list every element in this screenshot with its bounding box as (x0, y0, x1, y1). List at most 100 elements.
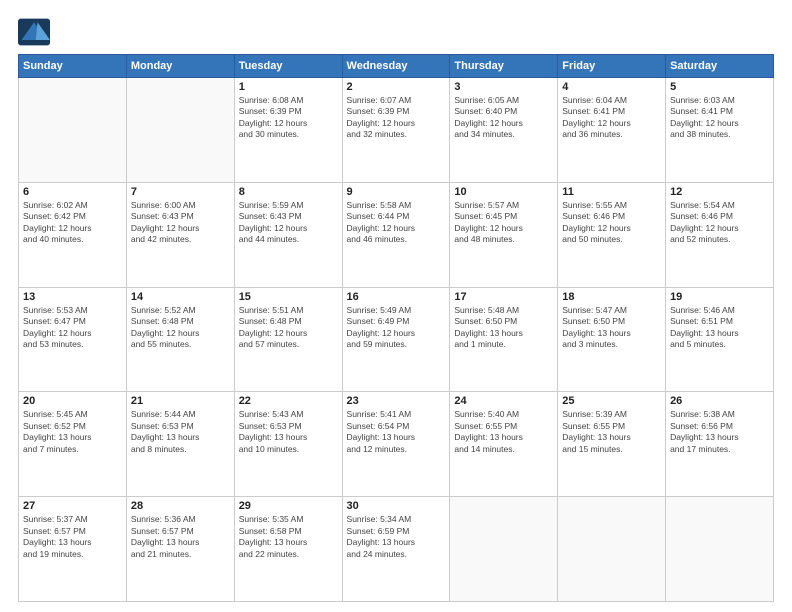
calendar-cell (666, 497, 774, 602)
calendar-cell: 16 Sunrise: 5:49 AM Sunset: 6:49 PM Dayli… (342, 287, 450, 392)
day-number: 2 (347, 81, 446, 93)
logo (18, 18, 54, 46)
day-info: Sunrise: 5:39 AM Sunset: 6:55 PM Dayligh… (562, 409, 661, 455)
calendar-cell: 18 Sunrise: 5:47 AM Sunset: 6:50 PM Dayli… (558, 287, 666, 392)
calendar-cell: 6 Sunrise: 6:02 AM Sunset: 6:42 PM Daylig… (19, 182, 127, 287)
page: SundayMondayTuesdayWednesdayThursdayFrid… (0, 0, 792, 612)
day-number: 3 (454, 81, 553, 93)
day-number: 6 (23, 186, 122, 198)
calendar-cell: 9 Sunrise: 5:58 AM Sunset: 6:44 PM Daylig… (342, 182, 450, 287)
day-number: 10 (454, 186, 553, 198)
day-number: 26 (670, 395, 769, 407)
day-number: 5 (670, 81, 769, 93)
day-number: 9 (347, 186, 446, 198)
day-info: Sunrise: 5:55 AM Sunset: 6:46 PM Dayligh… (562, 200, 661, 246)
day-info: Sunrise: 5:43 AM Sunset: 6:53 PM Dayligh… (239, 409, 338, 455)
day-number: 27 (23, 500, 122, 512)
day-info: Sunrise: 5:51 AM Sunset: 6:48 PM Dayligh… (239, 305, 338, 351)
calendar-cell: 28Sunrise: 5:36 AM Sunset: 6:57 PM Dayli… (126, 497, 234, 602)
weekday-header-wednesday: Wednesday (342, 55, 450, 78)
calendar-cell: 1 Sunrise: 6:08 AM Sunset: 6:39 PM Daylig… (234, 78, 342, 183)
day-number: 19 (670, 291, 769, 303)
calendar-cell: 29 Sunrise: 5:35 AM Sunset: 6:58 PM Dayli… (234, 497, 342, 602)
header (18, 18, 774, 46)
calendar-week-3: 13 Sunrise: 5:53 AM Sunset: 6:47 PM Dayli… (19, 287, 774, 392)
calendar-cell: 27 Sunrise: 5:37 AM Sunset: 6:57 PM Dayli… (19, 497, 127, 602)
day-number: 18 (562, 291, 661, 303)
calendar-cell: 14 Sunrise: 5:52 AM Sunset: 6:48 PM Dayli… (126, 287, 234, 392)
calendar-cell: 23 Sunrise: 5:41 AM Sunset: 6:54 PM Dayli… (342, 392, 450, 497)
day-number: 1 (239, 81, 338, 93)
day-info: Sunrise: 5:45 AM Sunset: 6:52 PM Dayligh… (23, 409, 122, 455)
calendar-cell: 17 Sunrise: 5:48 AM Sunset: 6:50 PM Dayli… (450, 287, 558, 392)
day-info: Sunrise: 5:58 AM Sunset: 6:44 PM Dayligh… (347, 200, 446, 246)
day-number: 16 (347, 291, 446, 303)
weekday-header-tuesday: Tuesday (234, 55, 342, 78)
day-info: Sunrise: 6:00 AM Sunset: 6:43 PM Dayligh… (131, 200, 230, 246)
calendar-cell (558, 497, 666, 602)
calendar-cell: 20 Sunrise: 5:45 AM Sunset: 6:52 PM Dayli… (19, 392, 127, 497)
day-number: 13 (23, 291, 122, 303)
calendar-week-2: 6 Sunrise: 6:02 AM Sunset: 6:42 PM Daylig… (19, 182, 774, 287)
day-info: Sunrise: 6:05 AM Sunset: 6:40 PM Dayligh… (454, 95, 553, 141)
day-info: Sunrise: 5:38 AM Sunset: 6:56 PM Dayligh… (670, 409, 769, 455)
day-info: Sunrise: 6:03 AM Sunset: 6:41 PM Dayligh… (670, 95, 769, 141)
day-info: Sunrise: 6:07 AM Sunset: 6:39 PM Dayligh… (347, 95, 446, 141)
calendar-cell: 19Sunrise: 5:46 AM Sunset: 6:51 PM Dayli… (666, 287, 774, 392)
day-number: 30 (347, 500, 446, 512)
day-number: 22 (239, 395, 338, 407)
calendar-cell (19, 78, 127, 183)
day-info: Sunrise: 6:04 AM Sunset: 6:41 PM Dayligh… (562, 95, 661, 141)
calendar-cell: 2 Sunrise: 6:07 AM Sunset: 6:39 PM Daylig… (342, 78, 450, 183)
calendar-cell: 25 Sunrise: 5:39 AM Sunset: 6:55 PM Dayli… (558, 392, 666, 497)
calendar-body: 1 Sunrise: 6:08 AM Sunset: 6:39 PM Daylig… (19, 78, 774, 602)
day-number: 17 (454, 291, 553, 303)
day-number: 7 (131, 186, 230, 198)
calendar-header: SundayMondayTuesdayWednesdayThursdayFrid… (19, 55, 774, 78)
day-info: Sunrise: 5:40 AM Sunset: 6:55 PM Dayligh… (454, 409, 553, 455)
day-info: Sunrise: 5:57 AM Sunset: 6:45 PM Dayligh… (454, 200, 553, 246)
calendar: SundayMondayTuesdayWednesdayThursdayFrid… (18, 54, 774, 602)
calendar-cell (126, 78, 234, 183)
calendar-cell: 12 Sunrise: 5:54 AM Sunset: 6:46 PM Dayli… (666, 182, 774, 287)
day-info: Sunrise: 6:02 AM Sunset: 6:42 PM Dayligh… (23, 200, 122, 246)
day-info: Sunrise: 5:34 AM Sunset: 6:59 PM Dayligh… (347, 514, 446, 560)
calendar-cell: 5 Sunrise: 6:03 AM Sunset: 6:41 PM Daylig… (666, 78, 774, 183)
calendar-cell: 26 Sunrise: 5:38 AM Sunset: 6:56 PM Dayli… (666, 392, 774, 497)
calendar-cell: 24Sunrise: 5:40 AM Sunset: 6:55 PM Dayli… (450, 392, 558, 497)
day-info: Sunrise: 5:49 AM Sunset: 6:49 PM Dayligh… (347, 305, 446, 351)
calendar-cell: 30 Sunrise: 5:34 AM Sunset: 6:59 PM Dayli… (342, 497, 450, 602)
day-info: Sunrise: 5:53 AM Sunset: 6:47 PM Dayligh… (23, 305, 122, 351)
day-info: Sunrise: 5:41 AM Sunset: 6:54 PM Dayligh… (347, 409, 446, 455)
calendar-cell: 7 Sunrise: 6:00 AM Sunset: 6:43 PM Daylig… (126, 182, 234, 287)
day-number: 25 (562, 395, 661, 407)
calendar-week-1: 1 Sunrise: 6:08 AM Sunset: 6:39 PM Daylig… (19, 78, 774, 183)
day-info: Sunrise: 5:44 AM Sunset: 6:53 PM Dayligh… (131, 409, 230, 455)
weekday-header-row: SundayMondayTuesdayWednesdayThursdayFrid… (19, 55, 774, 78)
weekday-header-thursday: Thursday (450, 55, 558, 78)
day-number: 4 (562, 81, 661, 93)
calendar-cell: 10 Sunrise: 5:57 AM Sunset: 6:45 PM Dayli… (450, 182, 558, 287)
calendar-cell: 4 Sunrise: 6:04 AM Sunset: 6:41 PM Daylig… (558, 78, 666, 183)
day-number: 12 (670, 186, 769, 198)
weekday-header-friday: Friday (558, 55, 666, 78)
day-info: Sunrise: 5:54 AM Sunset: 6:46 PM Dayligh… (670, 200, 769, 246)
day-info: Sunrise: 5:35 AM Sunset: 6:58 PM Dayligh… (239, 514, 338, 560)
calendar-cell: 11 Sunrise: 5:55 AM Sunset: 6:46 PM Dayli… (558, 182, 666, 287)
day-number: 21 (131, 395, 230, 407)
day-info: Sunrise: 6:08 AM Sunset: 6:39 PM Dayligh… (239, 95, 338, 141)
day-info: Sunrise: 5:52 AM Sunset: 6:48 PM Dayligh… (131, 305, 230, 351)
day-number: 14 (131, 291, 230, 303)
day-number: 15 (239, 291, 338, 303)
weekday-header-monday: Monday (126, 55, 234, 78)
calendar-cell: 3 Sunrise: 6:05 AM Sunset: 6:40 PM Daylig… (450, 78, 558, 183)
day-info: Sunrise: 5:47 AM Sunset: 6:50 PM Dayligh… (562, 305, 661, 351)
day-number: 8 (239, 186, 338, 198)
day-number: 23 (347, 395, 446, 407)
day-number: 20 (23, 395, 122, 407)
day-info: Sunrise: 5:36 AM Sunset: 6:57 PM Dayligh… (131, 514, 230, 560)
day-info: Sunrise: 5:37 AM Sunset: 6:57 PM Dayligh… (23, 514, 122, 560)
day-number: 29 (239, 500, 338, 512)
day-number: 11 (562, 186, 661, 198)
day-info: Sunrise: 5:48 AM Sunset: 6:50 PM Dayligh… (454, 305, 553, 351)
